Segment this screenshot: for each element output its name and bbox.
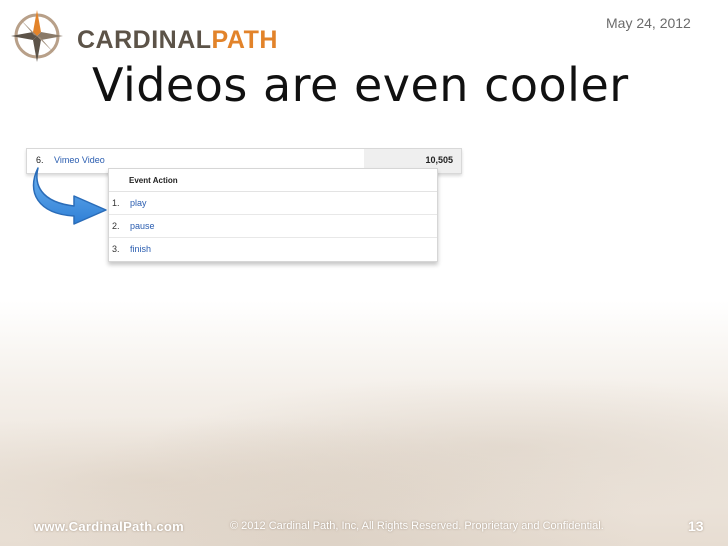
list-item: 2. pause (109, 215, 437, 238)
subtable-header-label: Event Action (129, 176, 178, 185)
curved-arrow-icon (32, 167, 107, 225)
list-item: 3. finish (109, 238, 437, 260)
list-item: 1. play (109, 192, 437, 215)
page-number: 13 (688, 518, 704, 534)
item-rank: 3. (112, 244, 120, 254)
item-link-pause[interactable]: pause (130, 221, 155, 231)
event-action-subtable: Event Action 1. play 2. pause 3. finish (108, 168, 438, 262)
slide: CARDINALPATH May 24, 2012 Videos are eve… (0, 0, 728, 546)
subtable-header: Event Action (109, 169, 437, 192)
footer-url: www.CardinalPath.com (34, 519, 184, 534)
row-link-vimeo-video[interactable]: Vimeo Video (54, 155, 105, 165)
footer-copyright: © 2012 Cardinal Path, Inc, All Rights Re… (230, 520, 604, 532)
compass-icon (11, 10, 63, 62)
item-rank: 1. (112, 198, 120, 208)
row-rank: 6. (36, 155, 44, 165)
item-link-finish[interactable]: finish (130, 244, 151, 254)
item-rank: 2. (112, 221, 120, 231)
logo-text-path: PATH (211, 26, 278, 54)
slide-date: May 24, 2012 (606, 15, 691, 31)
logo-wordmark: CARDINALPATH (77, 26, 278, 55)
row-metric-value: 10,505 (425, 155, 453, 165)
logo-text-cardinal: CARDINAL (77, 26, 212, 54)
slide-title: Videos are even cooler (92, 58, 629, 112)
item-link-play[interactable]: play (130, 198, 147, 208)
